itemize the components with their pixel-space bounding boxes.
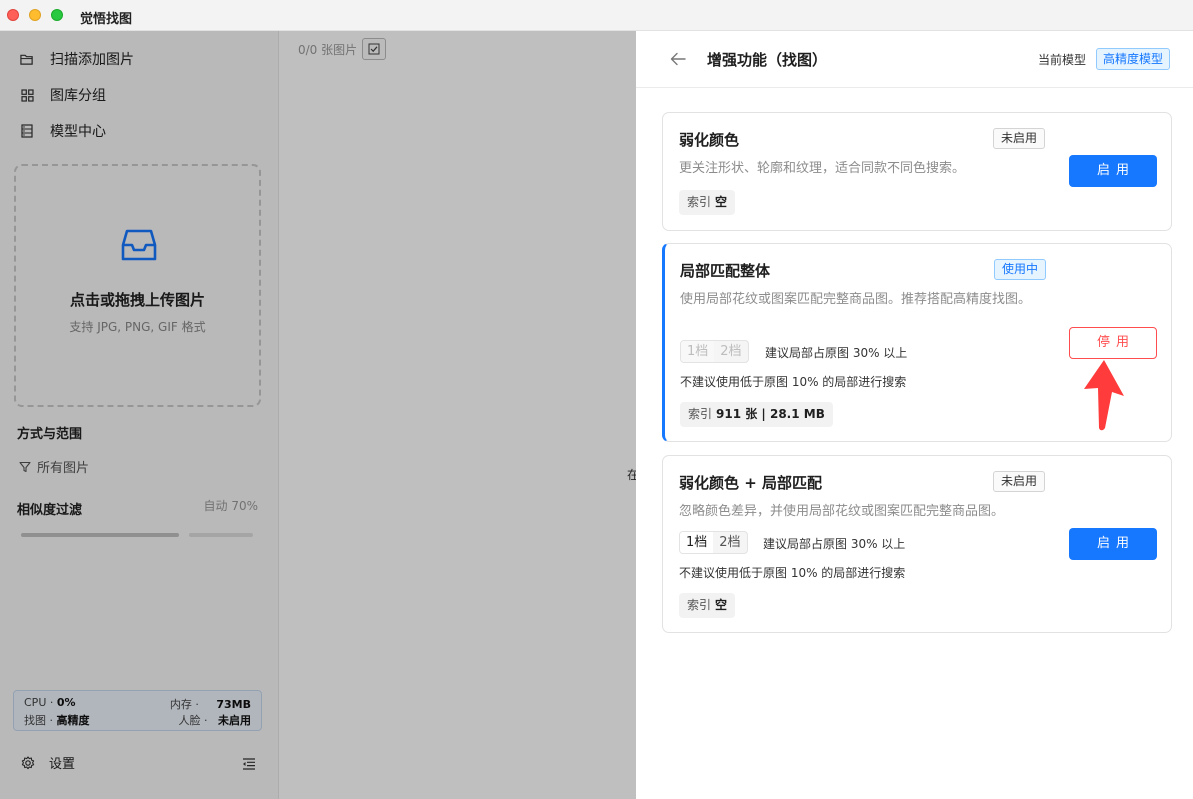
level-option-2: 2档 bbox=[720, 344, 742, 359]
annotation-arrow-icon bbox=[1076, 358, 1126, 436]
level-selector[interactable]: 1档 2档 bbox=[679, 531, 748, 554]
index-label: 索引 bbox=[687, 598, 712, 612]
enhance-drawer: 增强功能（找图） 当前模型 高精度模型 弱化颜色 未启用 更关注形状、轮廓和纹理… bbox=[636, 31, 1193, 799]
level-hint: 建议局部占原图 30% 以上 bbox=[765, 346, 908, 360]
card-title: 弱化颜色 bbox=[679, 131, 740, 149]
close-window-button[interactable] bbox=[7, 9, 19, 21]
card-title: 局部匹配整体 bbox=[680, 262, 771, 280]
back-arrow-icon[interactable] bbox=[670, 51, 686, 70]
index-value: 911 张 | 28.1 MB bbox=[716, 407, 825, 421]
feature-card-weaken-color-local-match: 弱化颜色 + 局部匹配 未启用 忽略颜色差异，并使用局部花纹或图案匹配完整商品图… bbox=[662, 455, 1172, 633]
disable-button[interactable]: 停用 bbox=[1069, 327, 1157, 359]
index-info: 索引 911 张 | 28.1 MB bbox=[680, 402, 833, 427]
zoom-window-button[interactable] bbox=[51, 9, 63, 21]
drawer-mask[interactable] bbox=[0, 31, 636, 799]
drawer-title: 增强功能（找图） bbox=[707, 51, 828, 69]
index-info: 索引空 bbox=[679, 593, 736, 618]
status-badge: 使用中 bbox=[994, 259, 1047, 280]
card-description: 更关注形状、轮廓和纹理，适合同款不同色搜索。 bbox=[679, 161, 966, 176]
level-hint: 建议局部占原图 30% 以上 bbox=[763, 537, 906, 551]
card-description: 忽略颜色差异，并使用局部花纹或图案匹配完整商品图。 bbox=[679, 504, 1005, 519]
index-label: 索引 bbox=[687, 195, 712, 209]
level-option-2[interactable]: 2档 bbox=[713, 532, 746, 553]
drawer-header: 增强功能（找图） 当前模型 高精度模型 bbox=[636, 31, 1193, 88]
level-warning: 不建议使用低于原图 10% 的局部进行搜索 bbox=[679, 566, 906, 580]
feature-card-weaken-color: 弱化颜色 未启用 更关注形状、轮廓和纹理，适合同款不同色搜索。 启用 索引空 bbox=[662, 112, 1172, 231]
status-badge: 未启用 bbox=[993, 128, 1046, 149]
status-badge: 未启用 bbox=[993, 471, 1046, 492]
window-title: 觉悟找图 bbox=[80, 12, 133, 27]
card-title: 弱化颜色 + 局部匹配 bbox=[679, 474, 823, 492]
index-value: 空 bbox=[715, 195, 728, 209]
level-warning: 不建议使用低于原图 10% 的局部进行搜索 bbox=[680, 375, 907, 389]
enable-button[interactable]: 启用 bbox=[1069, 155, 1157, 187]
minimize-window-button[interactable] bbox=[29, 9, 41, 21]
level-option-1[interactable]: 1档 bbox=[680, 532, 714, 553]
card-description: 使用局部花纹或图案匹配完整商品图。推荐搭配高精度找图。 bbox=[680, 292, 1032, 307]
current-model-label: 当前模型 bbox=[1038, 53, 1087, 67]
index-value: 空 bbox=[715, 598, 728, 612]
enable-button[interactable]: 启用 bbox=[1069, 528, 1157, 560]
title-bar: 觉悟找图 bbox=[0, 0, 1193, 31]
level-option-1: 1档 bbox=[681, 341, 715, 362]
index-info: 索引空 bbox=[679, 190, 736, 215]
level-selector: 1档 2档 bbox=[680, 340, 749, 363]
current-model-tag: 高精度模型 bbox=[1096, 48, 1171, 70]
index-label: 索引 bbox=[688, 407, 713, 421]
